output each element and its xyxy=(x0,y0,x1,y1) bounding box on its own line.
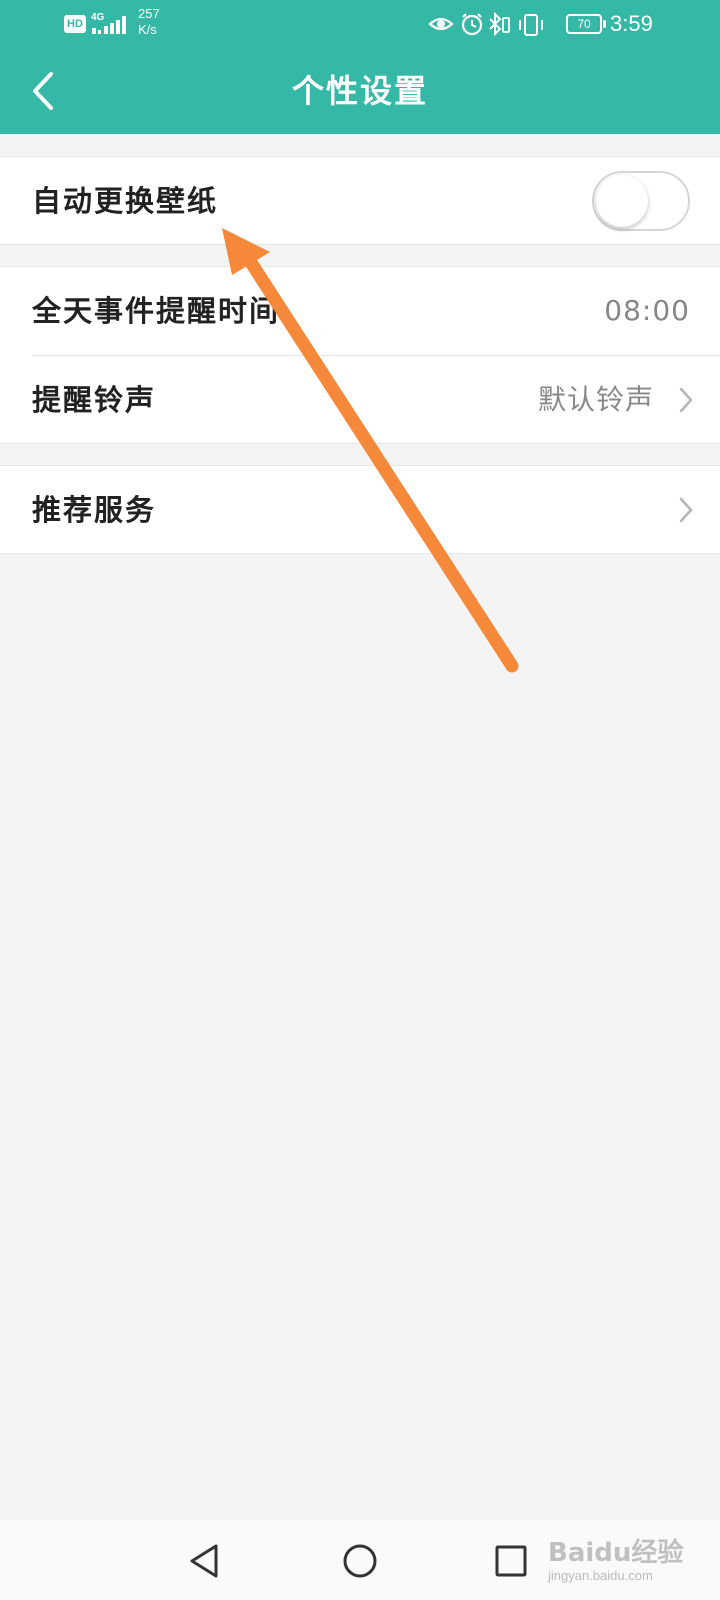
nav-bar xyxy=(0,1520,720,1600)
chevron-right-icon xyxy=(679,497,693,523)
page-title: 个性设置 xyxy=(291,72,428,110)
toggle-knob xyxy=(596,175,648,227)
network-speed-value: 257 xyxy=(138,6,160,21)
network-speed-unit: K/s xyxy=(138,22,157,37)
eye-icon xyxy=(428,17,454,31)
all-day-reminder-time-label: 全天事件提醒时间 xyxy=(32,294,281,328)
chevron-left-icon xyxy=(33,72,53,110)
auto-wallpaper-label: 自动更换壁纸 xyxy=(32,184,219,218)
signal-icon xyxy=(92,16,126,34)
vibrate-icon xyxy=(519,14,543,36)
home-circle-icon[interactable] xyxy=(335,1536,385,1586)
clock: 3:59 xyxy=(610,11,653,36)
auto-wallpaper-row[interactable]: 自动更换壁纸 xyxy=(0,157,720,245)
reminder-ringtone-row[interactable]: 提醒铃声 默认铃声 xyxy=(0,356,720,444)
network-speed: 257 K/s xyxy=(138,6,172,38)
alarm-icon xyxy=(461,13,483,36)
status-bar: HD 4G 257 K/s 70 3:59 xyxy=(0,0,720,48)
bluetooth-icon xyxy=(489,12,510,37)
settings-group-services: 推荐服务 xyxy=(0,465,720,554)
app-header: 个性设置 xyxy=(0,48,720,134)
chevron-right-icon xyxy=(679,387,693,413)
recommended-services-row[interactable]: 推荐服务 xyxy=(0,466,720,554)
reminder-ringtone-label: 提醒铃声 xyxy=(32,383,157,417)
all-day-reminder-time-value: 08:00 xyxy=(604,294,690,327)
recommended-services-label: 推荐服务 xyxy=(32,493,157,527)
settings-group-reminders: 全天事件提醒时间 08:00 提醒铃声 默认铃声 xyxy=(0,266,720,444)
settings-group-wallpaper: 自动更换壁纸 xyxy=(0,156,720,245)
status-icons xyxy=(428,12,543,37)
hd-badge: HD xyxy=(64,15,86,33)
back-button[interactable] xyxy=(18,66,68,116)
auto-wallpaper-toggle[interactable] xyxy=(592,171,690,231)
back-triangle-icon[interactable] xyxy=(180,1536,230,1586)
all-day-reminder-time-row[interactable]: 全天事件提醒时间 08:00 xyxy=(0,267,720,355)
recents-square-icon[interactable] xyxy=(486,1536,536,1586)
battery-icon: 70 xyxy=(566,14,606,34)
reminder-ringtone-value: 默认铃声 xyxy=(537,383,654,416)
